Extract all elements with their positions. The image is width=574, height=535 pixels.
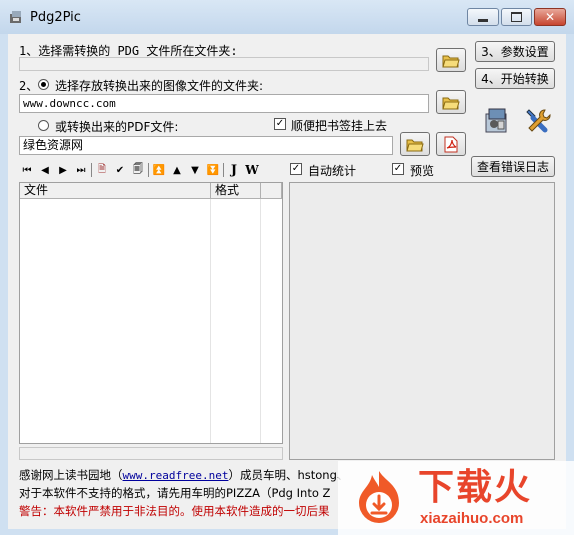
open-folder-icon xyxy=(442,97,460,109)
pdf-browse-button[interactable] xyxy=(400,132,430,156)
maximize-button[interactable] xyxy=(501,8,532,26)
bookmark-label: 顺便把书签挂上去 xyxy=(291,119,388,133)
column-gridline xyxy=(260,199,261,443)
download-fire-logo xyxy=(359,471,399,523)
watermark-url: xiazaihuo.com xyxy=(420,510,524,527)
document-arrow-icon[interactable]: 🗐 xyxy=(130,162,146,178)
move-down-icon[interactable]: ▼ xyxy=(187,162,203,178)
close-button[interactable]: ✕ xyxy=(534,8,566,26)
footer-line-1: 感谢网上读书园地（www.readfree.net）成员车明、hstong、 xyxy=(19,467,348,483)
footer-thanks-suffix: ）成员车明、hstong、 xyxy=(228,468,349,482)
image-folder-number: 2、 xyxy=(19,79,39,93)
check-icon[interactable]: ✔ xyxy=(112,162,128,178)
pdf-output-input[interactable]: 绿色资源网 xyxy=(19,136,393,155)
next-icon[interactable]: ▶ xyxy=(55,162,71,178)
image-folder-label: 选择存放转换出来的图像文件的文件夹: xyxy=(55,79,264,93)
watermark-brand: 下载火 xyxy=(418,466,533,507)
pdg-folder-field[interactable] xyxy=(19,57,429,71)
minimize-button[interactable] xyxy=(467,8,499,26)
file-list[interactable]: 文件 格式 xyxy=(19,182,283,444)
image-folder-radio[interactable] xyxy=(38,79,49,90)
image-folder-input[interactable]: www.downcc.com xyxy=(19,94,429,113)
settings-button[interactable]: 3、参数设置 xyxy=(475,41,555,62)
preview-pane xyxy=(289,182,555,460)
open-folder-icon xyxy=(406,139,424,151)
watermark-overlay: 下载火 xiazaihuo.com xyxy=(338,461,574,535)
auto-stats-checkbox[interactable]: ✓ xyxy=(290,163,302,175)
document-icon[interactable]: 🗎 xyxy=(94,162,110,178)
image-folder-browse-button[interactable] xyxy=(436,90,466,114)
column-header-format[interactable]: 格式 xyxy=(211,183,261,199)
move-bottom-icon[interactable]: ⏬ xyxy=(205,162,221,178)
wrench-tool-icon[interactable] xyxy=(523,106,553,136)
toolbar-separator xyxy=(223,163,224,177)
preview-label: 预览 xyxy=(410,164,435,178)
footer-thanks-prefix: 感谢网上读书园地（ xyxy=(19,468,123,482)
preview-checkbox[interactable]: ✓ xyxy=(392,163,404,175)
previous-icon[interactable]: ◀ xyxy=(37,162,53,178)
auto-stats-label: 自动统计 xyxy=(308,164,357,178)
column-gridline xyxy=(210,199,211,443)
list-toolbar: ⏮ ◀ ▶ ⏭ 🗎 ✔ 🗐 ⏫ ▲ ▼ ⏬ J W xyxy=(19,162,260,178)
pdf-output-label: 或转换出来的PDF文件: xyxy=(55,120,179,134)
open-folder-icon xyxy=(442,55,460,67)
column-header-filler xyxy=(261,183,282,199)
minimize-icon xyxy=(478,18,488,22)
pdf-icon xyxy=(444,136,458,152)
column-header-file[interactable]: 文件 xyxy=(20,183,211,199)
app-icon xyxy=(10,11,21,23)
maximize-icon xyxy=(511,12,522,22)
file-list-header: 文件 格式 xyxy=(20,183,282,199)
pdg-folder-browse-button[interactable] xyxy=(436,48,466,72)
first-icon[interactable]: ⏮ xyxy=(19,162,35,178)
w-icon[interactable]: W xyxy=(244,162,260,178)
footer-line-2: 对于本软件不支持的格式，请先用车明的PIZZA（Pdg Into Z xyxy=(19,486,331,500)
toolbar-separator xyxy=(91,163,92,177)
move-up-icon[interactable]: ▲ xyxy=(169,162,185,178)
toolbar-separator xyxy=(148,163,149,177)
close-icon: ✕ xyxy=(544,10,556,24)
pdg-tool-icon[interactable] xyxy=(482,106,512,136)
view-error-log-button[interactable]: 查看错误日志 xyxy=(471,156,555,177)
pdf-output-radio[interactable] xyxy=(38,120,49,131)
pdf-file-button[interactable] xyxy=(436,132,466,156)
readfree-link[interactable]: www.readfree.net xyxy=(123,469,229,482)
progress-bar xyxy=(19,447,283,460)
start-convert-button[interactable]: 4、开始转换 xyxy=(475,68,555,89)
j-icon[interactable]: J xyxy=(226,162,242,178)
window-title: Pdg2Pic xyxy=(30,10,81,25)
bookmark-checkbox[interactable]: ✓ xyxy=(274,118,286,130)
footer-warning: 警告：本软件严禁用于非法目的。使用本软件造成的一切后果 xyxy=(19,504,330,518)
move-top-icon[interactable]: ⏫ xyxy=(151,162,167,178)
last-icon[interactable]: ⏭ xyxy=(73,162,89,178)
